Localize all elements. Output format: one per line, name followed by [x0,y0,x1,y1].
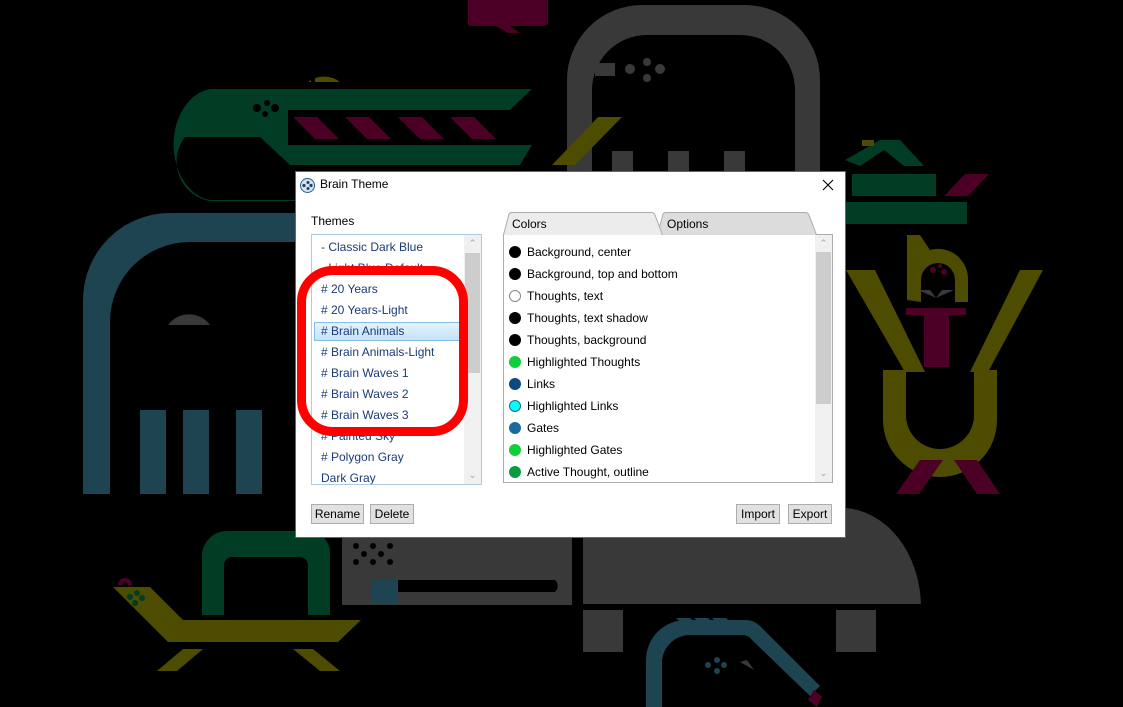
color-swatch [509,466,521,478]
color-item[interactable]: Active Thought, outline [509,462,649,482]
color-swatch [509,290,521,302]
delete-button[interactable]: Delete [370,504,414,524]
scroll-up-icon[interactable]: ⌃ [464,235,481,252]
dialog-title: Brain Theme [320,177,389,191]
color-item[interactable]: Gates [509,418,559,438]
colors-list-scrollbar[interactable]: ⌃ ⌄ [815,235,832,482]
colors-list[interactable]: Background, center Background, top and b… [503,234,833,483]
color-item[interactable]: Thoughts, text shadow [509,308,648,328]
scroll-up-icon[interactable]: ⌃ [815,235,832,252]
color-item[interactable]: Background, top and bottom [509,264,678,284]
color-swatch [509,400,521,412]
theme-item[interactable]: # Polygon Gray [314,448,462,467]
color-item[interactable]: Thoughts, background [509,330,646,350]
export-button[interactable]: Export [788,504,832,524]
tab-colors[interactable]: Colors [503,212,663,235]
close-button[interactable] [811,172,845,198]
scroll-down-icon[interactable]: ⌄ [464,467,481,484]
rename-button[interactable]: Rename [311,504,364,524]
color-swatch [509,356,521,368]
tab-options-label: Options [667,217,709,231]
scrollbar-thumb[interactable] [816,252,831,404]
color-swatch [509,422,521,434]
color-swatch [509,312,521,324]
color-swatch [509,268,521,280]
color-item[interactable]: Links [509,374,555,394]
color-item[interactable]: Highlighted Links [509,396,618,416]
themes-label: Themes [311,214,355,228]
import-button[interactable]: Import [736,504,780,524]
scroll-down-icon[interactable]: ⌄ [815,465,832,482]
color-item[interactable]: Highlighted Thoughts [509,352,640,372]
color-swatch [509,246,521,258]
maroon-shape [468,0,548,33]
theme-item[interactable]: - Classic Dark Blue [314,238,462,257]
green-arch [202,530,331,615]
tab-colors-label: Colors [512,217,547,231]
red-highlight-annotation [297,266,468,436]
tab-options[interactable]: Options [657,212,817,235]
title-bar[interactable]: Brain Theme [296,172,845,200]
color-swatch [509,378,521,390]
color-item[interactable]: Background, center [509,242,631,262]
brain-app-icon [300,178,315,193]
theme-item[interactable]: Dark Gray [314,469,462,484]
color-item[interactable]: Highlighted Gates [509,440,622,460]
color-swatch [509,334,521,346]
color-item[interactable]: Thoughts, text [509,286,603,306]
teal-bird [646,619,820,707]
color-swatch [509,444,521,456]
close-icon [822,179,834,191]
